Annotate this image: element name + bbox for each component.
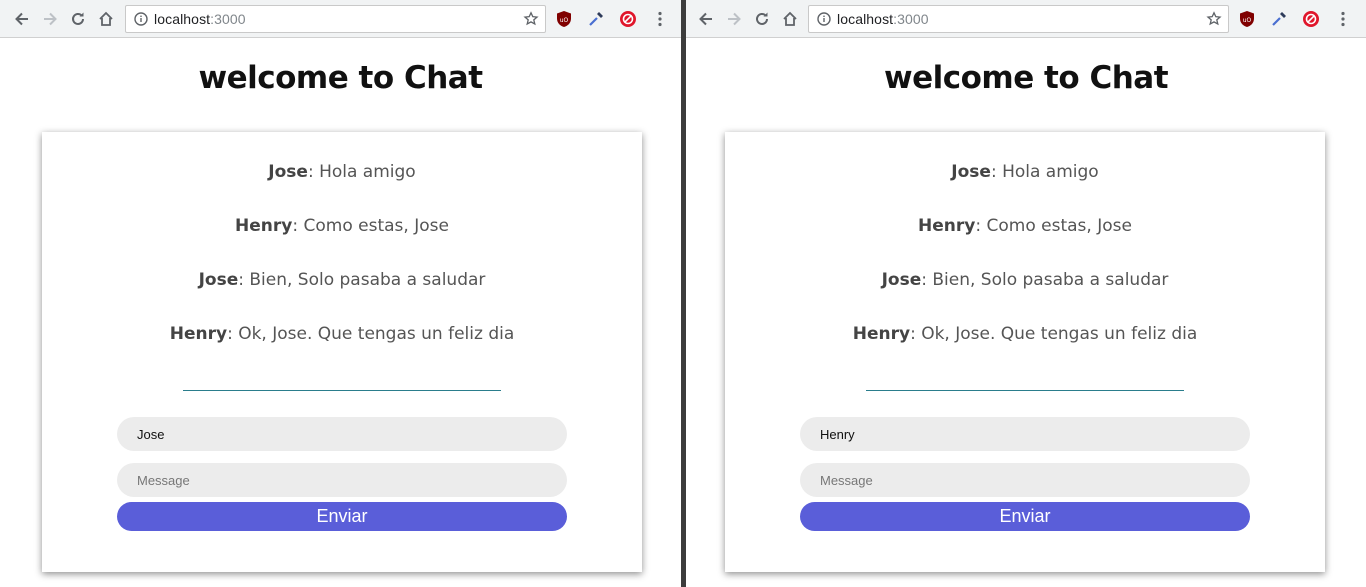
message-text: : Como estas, Jose [292, 216, 449, 236]
adblock-extension[interactable] [618, 9, 638, 29]
forward-icon [728, 12, 741, 26]
message-text: : Ok, Jose. Que tengas un feliz dia [227, 324, 515, 344]
home-icon [99, 11, 113, 26]
address-bar[interactable]: localhost:3000 [125, 5, 546, 33]
menu-button[interactable] [650, 9, 670, 29]
message-text: : Hola amigo [990, 162, 1099, 182]
forward-button[interactable] [722, 7, 746, 31]
message-list: Jose: Hola amigo Henry: Como estas, Jose… [42, 160, 642, 376]
send-button[interactable]: Enviar [117, 502, 567, 531]
message-item: Henry: Ok, Jose. Que tengas un feliz dia [725, 322, 1325, 376]
back-icon [699, 12, 712, 26]
ublock-extension[interactable]: uO [554, 9, 574, 29]
message-author: Henry [169, 324, 228, 344]
svg-text:uO: uO [560, 17, 569, 24]
chat-container: Jose: Hola amigo Henry: Como estas, Jose… [42, 132, 642, 572]
message-text: : Bien, Solo pasaba a saludar [921, 270, 1169, 290]
feedback-divider [866, 390, 1184, 391]
send-button[interactable]: Enviar [800, 502, 1250, 531]
address-bar[interactable]: localhost:3000 [808, 5, 1229, 33]
home-button[interactable] [778, 7, 802, 31]
ublock-icon: uO [557, 11, 571, 27]
adblock-extension[interactable] [1301, 9, 1321, 29]
address-text: localhost:3000 [154, 11, 246, 27]
reload-button[interactable] [66, 7, 90, 31]
page-title: welcome to Chat [883, 60, 1169, 96]
eyedropper-icon [589, 12, 603, 26]
page-title: welcome to Chat [198, 60, 483, 96]
adblock-icon [620, 11, 636, 27]
message-author: Jose [268, 162, 308, 182]
reload-icon [756, 12, 768, 25]
message-item: Jose: Bien, Solo pasaba a saludar [42, 268, 642, 322]
info-icon [817, 12, 831, 26]
message-list: Jose: Hola amigo Henry: Como estas, Jose… [725, 160, 1325, 376]
message-author: Jose [881, 270, 922, 290]
message-author: Henry [852, 324, 911, 344]
handle-input[interactable] [117, 417, 567, 451]
message-item: Jose: Hola amigo [42, 160, 642, 214]
message-item: Henry: Ok, Jose. Que tengas un feliz dia [42, 322, 642, 376]
message-input[interactable] [117, 463, 567, 497]
address-text: localhost:3000 [837, 11, 929, 27]
browser-window-left: localhost:3000 uO welcome to Chat Jose: … [0, 0, 681, 587]
adblock-icon [1303, 11, 1319, 27]
home-button[interactable] [94, 7, 118, 31]
star-icon[interactable] [1206, 11, 1222, 27]
back-button[interactable] [694, 7, 718, 31]
eyedropper-icon [1272, 12, 1286, 26]
eyedropper-extension[interactable] [586, 9, 606, 29]
chat-container: Jose: Hola amigo Henry: Como estas, Jose… [725, 132, 1325, 572]
home-icon [783, 11, 797, 26]
message-text: : Como estas, Jose [975, 216, 1132, 236]
message-text: : Hola amigo [307, 162, 416, 182]
svg-text:uO: uO [1243, 17, 1252, 24]
message-item: Jose: Hola amigo [725, 160, 1325, 214]
chat-page: welcome to Chat Jose: Hola amigo Henry: … [0, 38, 681, 587]
eyedropper-extension[interactable] [1269, 9, 1289, 29]
message-author: Henry [235, 216, 293, 236]
menu-icon [1341, 11, 1345, 27]
ublock-icon: uO [1240, 11, 1254, 27]
browser-toolbar: localhost:3000 uO [0, 0, 681, 38]
forward-button[interactable] [38, 7, 62, 31]
feedback-divider [183, 390, 501, 391]
handle-input[interactable] [800, 417, 1250, 451]
message-text: : Bien, Solo pasaba a saludar [238, 270, 486, 290]
chat-page: welcome to Chat Jose: Hola amigo Henry: … [686, 38, 1366, 587]
back-icon [15, 12, 28, 26]
ublock-extension[interactable]: uO [1237, 9, 1257, 29]
info-icon [134, 12, 148, 26]
message-input[interactable] [800, 463, 1250, 497]
message-author: Jose [951, 162, 991, 182]
forward-icon [44, 12, 57, 26]
star-icon[interactable] [523, 11, 539, 27]
browser-window-right: localhost:3000 uO welcome to Chat Jose: … [686, 0, 1366, 587]
reload-button[interactable] [750, 7, 774, 31]
message-item: Henry: Como estas, Jose [725, 214, 1325, 268]
menu-button[interactable] [1333, 9, 1353, 29]
message-item: Jose: Bien, Solo pasaba a saludar [725, 268, 1325, 322]
message-item: Henry: Como estas, Jose [42, 214, 642, 268]
message-author: Henry [918, 216, 976, 236]
reload-icon [72, 12, 84, 25]
message-author: Jose [198, 270, 239, 290]
menu-icon [658, 11, 662, 27]
message-text: : Ok, Jose. Que tengas un feliz dia [910, 324, 1198, 344]
browser-toolbar: localhost:3000 uO [686, 0, 1366, 38]
back-button[interactable] [10, 7, 34, 31]
